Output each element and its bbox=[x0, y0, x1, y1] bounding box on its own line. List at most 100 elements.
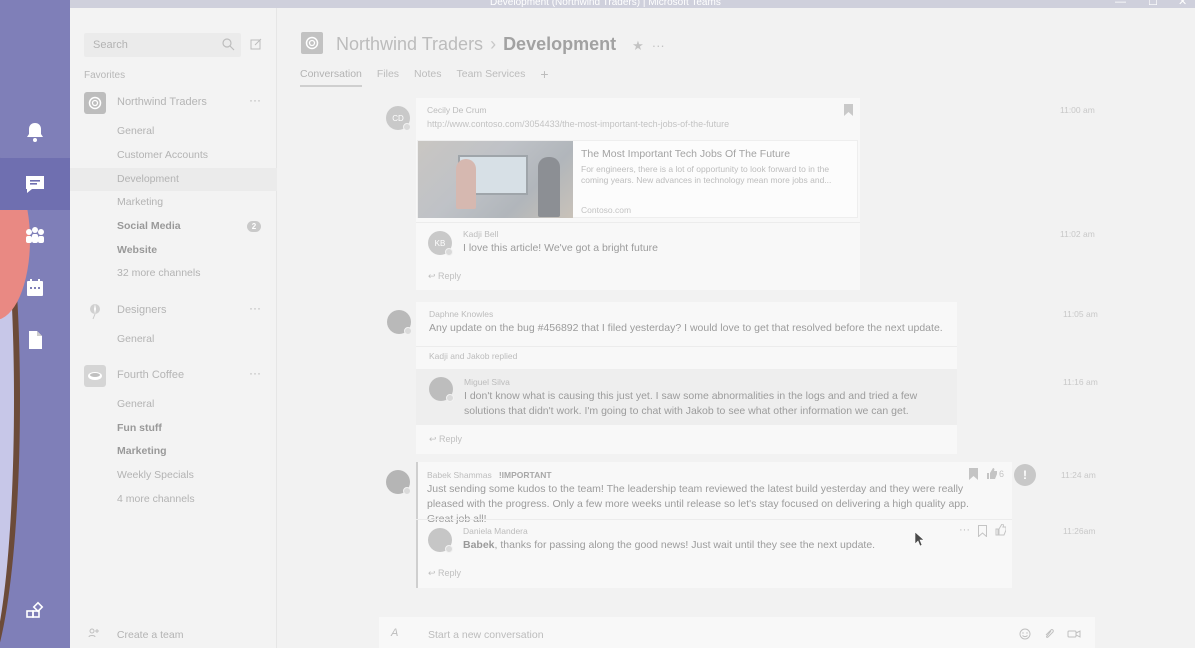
avatar bbox=[387, 310, 412, 335]
rail-activity[interactable] bbox=[0, 106, 70, 158]
team-designers[interactable]: Designers ··· bbox=[84, 300, 264, 322]
compose-icon[interactable] bbox=[250, 38, 262, 50]
avatar-initials: KB bbox=[434, 238, 446, 248]
channel-label: General bbox=[117, 125, 155, 137]
reply-message: Daniela Mandera Babek, thanks for passin… bbox=[463, 526, 875, 553]
channel-fun-stuff[interactable]: Fun stuff bbox=[70, 417, 277, 440]
channel-label: 4 more channels bbox=[117, 493, 195, 505]
channel-general[interactable]: General bbox=[70, 328, 277, 351]
channel-website[interactable]: Website bbox=[70, 239, 277, 262]
message-text: , thanks for passing along the good news… bbox=[494, 539, 876, 551]
channel-general[interactable]: General bbox=[70, 393, 277, 416]
channel-social-media[interactable]: Social Media 2 bbox=[70, 215, 277, 238]
channel-label: Fun stuff bbox=[117, 422, 162, 434]
channel-label: Customer Accounts bbox=[117, 149, 209, 161]
team-logo bbox=[84, 365, 106, 387]
rail-meetings[interactable] bbox=[0, 262, 70, 314]
team-name: Fourth Coffee bbox=[117, 369, 185, 381]
star-icon[interactable]: ★ bbox=[632, 38, 644, 53]
like-icon[interactable] bbox=[986, 468, 997, 480]
channel-weekly-specials[interactable]: Weekly Specials bbox=[70, 464, 277, 487]
emoji-icon[interactable] bbox=[1019, 628, 1031, 640]
preview-source: Contoso.com bbox=[581, 205, 632, 215]
reply-message: Kadji Bell I love this article! We've go… bbox=[463, 229, 658, 256]
channel-marketing[interactable]: Marketing bbox=[70, 440, 277, 463]
channel-label: General bbox=[117, 333, 155, 345]
more-icon[interactable]: ··· bbox=[652, 38, 665, 53]
more-icon[interactable]: ··· bbox=[249, 93, 261, 107]
add-tab-button[interactable]: + bbox=[540, 67, 548, 87]
message-author-line: Babek Shammas !IMPORTANT bbox=[427, 470, 997, 480]
message-time: 11:00 am bbox=[1060, 105, 1095, 115]
replied-summary[interactable]: Kadji and Jakob replied bbox=[429, 351, 517, 361]
create-team-label: Create a team bbox=[116, 629, 184, 641]
like-icon[interactable] bbox=[995, 524, 1006, 536]
important-flag: !IMPORTANT bbox=[498, 470, 552, 480]
channel-customer-accounts[interactable]: Customer Accounts bbox=[70, 144, 277, 167]
avatar-initials: CD bbox=[392, 113, 404, 123]
bookmark-icon[interactable] bbox=[844, 104, 853, 116]
more-icon[interactable]: ··· bbox=[249, 301, 261, 315]
rail-apps[interactable] bbox=[0, 586, 70, 638]
reply-button[interactable]: ↩ Reply bbox=[429, 434, 462, 445]
tab-team-services[interactable]: Team Services bbox=[456, 68, 525, 87]
tab-conversation[interactable]: Conversation bbox=[300, 68, 362, 87]
more-icon[interactable]: ··· bbox=[959, 524, 970, 536]
team-logo bbox=[301, 32, 323, 54]
channel-label: Social Media bbox=[117, 220, 181, 232]
reply-label: Reply bbox=[439, 434, 463, 444]
channel-sidebar: Search Favorites Northwind Traders ··· G… bbox=[70, 8, 277, 648]
more-channels-link[interactable]: 32 more channels bbox=[70, 262, 277, 285]
team-northwind-traders[interactable]: Northwind Traders ··· bbox=[84, 92, 264, 114]
format-icon[interactable]: A bbox=[391, 627, 398, 639]
rail-chat[interactable] bbox=[0, 158, 70, 210]
bookmark-icon[interactable] bbox=[969, 468, 978, 480]
more-icon[interactable]: ··· bbox=[249, 366, 261, 380]
compose-actions bbox=[1019, 628, 1081, 640]
reply-label: Reply bbox=[438, 271, 462, 281]
divider bbox=[416, 519, 1012, 520]
channel-label: Website bbox=[117, 244, 158, 256]
channel-label: Weekly Specials bbox=[117, 469, 194, 481]
breadcrumb-team[interactable]: Northwind Traders bbox=[336, 34, 483, 54]
teams-icon bbox=[26, 227, 44, 243]
reply-button[interactable]: ↩ Reply bbox=[428, 271, 461, 282]
calendar-icon bbox=[27, 279, 43, 296]
compose-placeholder: Start a new conversation bbox=[428, 629, 544, 641]
channel-label: Marketing bbox=[117, 196, 164, 208]
message-author: Kadji Bell bbox=[463, 229, 499, 239]
compose-box[interactable]: A Start a new conversation bbox=[379, 617, 1095, 648]
tab-files[interactable]: Files bbox=[377, 68, 399, 87]
video-icon[interactable] bbox=[1067, 628, 1081, 640]
rail-files[interactable] bbox=[0, 314, 70, 366]
mention[interactable]: Babek bbox=[463, 539, 495, 551]
channel-label: Marketing bbox=[117, 445, 167, 457]
search-icon[interactable] bbox=[221, 37, 235, 51]
main-panel: Northwind Traders › Development ★ ··· Conver… bbox=[277, 8, 1195, 648]
channel-development[interactable]: Development bbox=[70, 168, 277, 191]
avatar bbox=[428, 528, 453, 553]
mouse-cursor-icon bbox=[915, 532, 925, 546]
rail-teams[interactable] bbox=[0, 210, 70, 262]
channel-general[interactable]: General bbox=[70, 120, 277, 143]
more-channels-link[interactable]: 4 more channels bbox=[70, 488, 277, 511]
bookmark-icon[interactable] bbox=[978, 525, 987, 537]
team-logo bbox=[84, 92, 106, 114]
search-input[interactable]: Search bbox=[84, 33, 241, 57]
message-text-line: Babek, thanks for passing along the good… bbox=[463, 538, 875, 553]
team-name: Northwind Traders bbox=[117, 96, 207, 108]
message-link[interactable]: http://www.contoso.com/3054433/the-most-… bbox=[427, 119, 729, 129]
like-count: 6 bbox=[999, 469, 1005, 479]
link-preview-card[interactable]: The Most Important Tech Jobs Of The Futu… bbox=[417, 140, 858, 218]
tab-notes[interactable]: Notes bbox=[414, 68, 441, 87]
breadcrumb: Northwind Traders › Development ★ ··· bbox=[336, 34, 665, 55]
channel-marketing[interactable]: Marketing bbox=[70, 191, 277, 214]
create-team-button[interactable]: Create a team bbox=[88, 628, 183, 641]
reply-button[interactable]: ↩ Reply bbox=[428, 568, 461, 579]
reply-label: Reply bbox=[438, 568, 462, 578]
breadcrumb-separator: › bbox=[490, 34, 497, 54]
channel-label: Development bbox=[117, 173, 179, 185]
team-fourth-coffee[interactable]: Fourth Coffee ··· bbox=[84, 365, 264, 387]
attach-icon[interactable] bbox=[1043, 628, 1055, 640]
message-text: Any update on the bug #456892 that I fil… bbox=[429, 322, 943, 334]
